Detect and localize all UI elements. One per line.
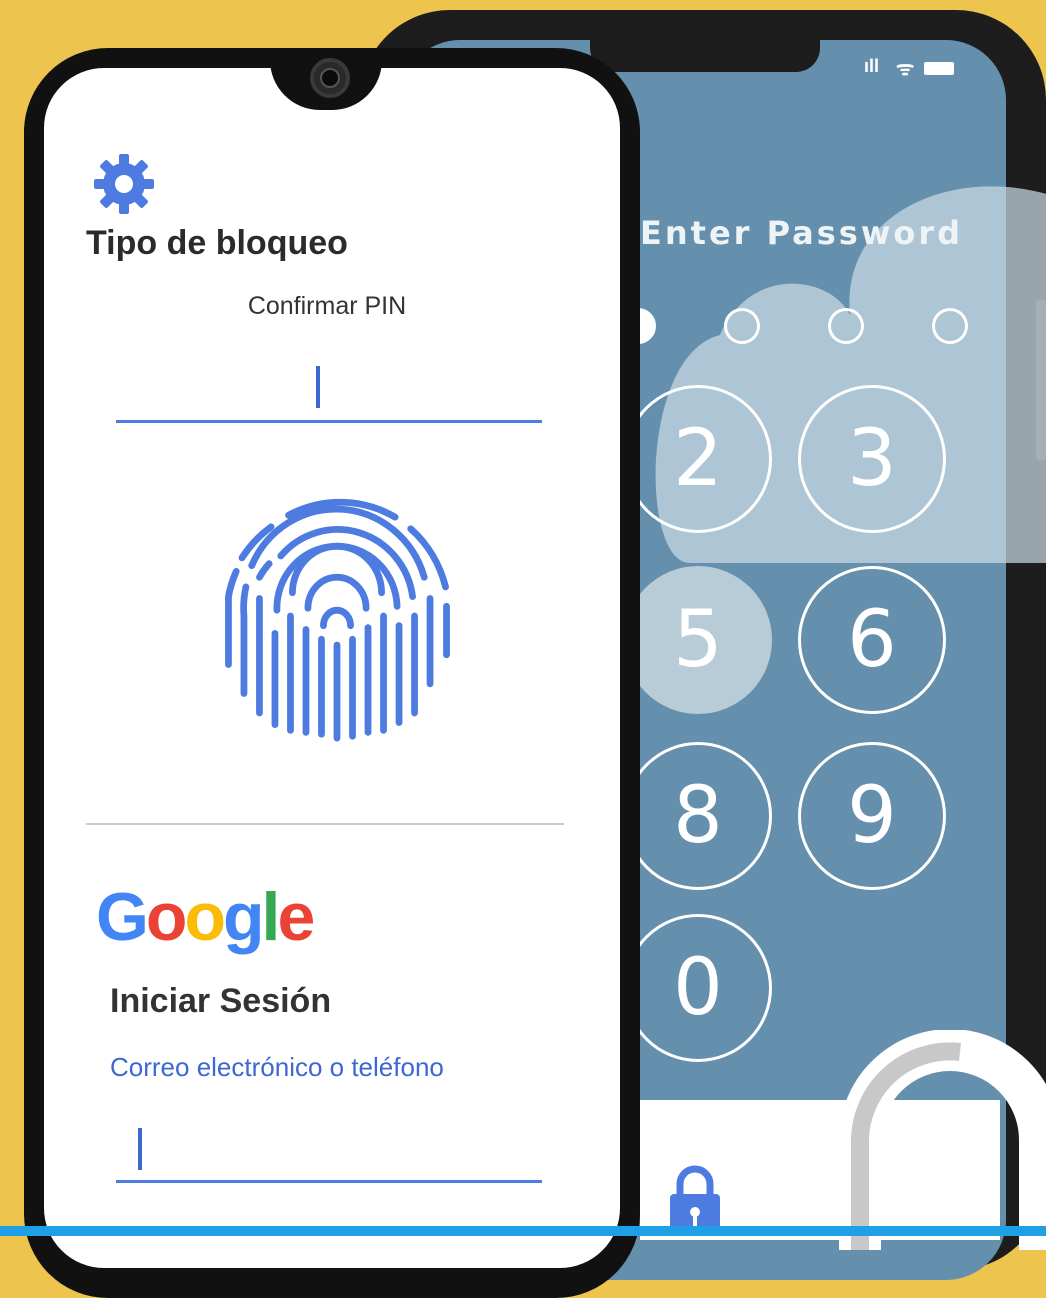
pin-input-underline — [116, 420, 542, 423]
email-field-label: Correo electrónico o teléfono — [110, 1052, 444, 1082]
enter-password-title: Enter Password — [640, 214, 964, 252]
camera-lens — [320, 68, 340, 88]
google-logo-letter: l — [261, 879, 281, 955]
padlock-icon — [670, 1165, 720, 1236]
key-9[interactable]: 9 — [798, 742, 946, 890]
fingerprint-icon[interactable] — [214, 490, 460, 742]
battery-icon — [924, 62, 954, 75]
google-logo-letter: o — [184, 879, 226, 955]
confirm-pin-label: Confirmar PIN — [247, 292, 407, 320]
key-3[interactable]: 3 — [798, 385, 946, 533]
signal-icon: ıll — [864, 56, 880, 76]
google-logo-letter: e — [277, 879, 315, 955]
bottom-accent-bar — [0, 1226, 1046, 1236]
google-logo-letter: G — [96, 879, 149, 955]
key-8[interactable]: 8 — [624, 742, 772, 890]
pin-input[interactable] — [116, 355, 542, 423]
wifi-icon: ᯤ — [896, 58, 915, 80]
pin-dot-empty — [932, 308, 968, 344]
back-phone-notch — [590, 40, 820, 72]
page-title: Tipo de bloqueo — [86, 224, 348, 262]
key-0[interactable]: 0 — [624, 914, 772, 1062]
gear-icon[interactable] — [92, 152, 156, 216]
key-6[interactable]: 6 — [798, 566, 946, 714]
google-logo-letter: g — [223, 879, 265, 955]
key-5[interactable]: 5 — [624, 566, 772, 714]
google-logo-letter: o — [145, 879, 188, 955]
pin-dot-empty — [724, 308, 760, 344]
email-field[interactable] — [116, 1110, 542, 1182]
signin-title: Iniciar Sesión — [110, 982, 332, 1020]
section-divider — [86, 823, 564, 825]
padlock-shackle-icon — [839, 1030, 1046, 1250]
google-logo: Google — [96, 878, 315, 956]
pin-dot-empty — [828, 308, 864, 344]
email-input-underline — [116, 1180, 542, 1183]
key-2[interactable]: 2 — [624, 385, 772, 533]
